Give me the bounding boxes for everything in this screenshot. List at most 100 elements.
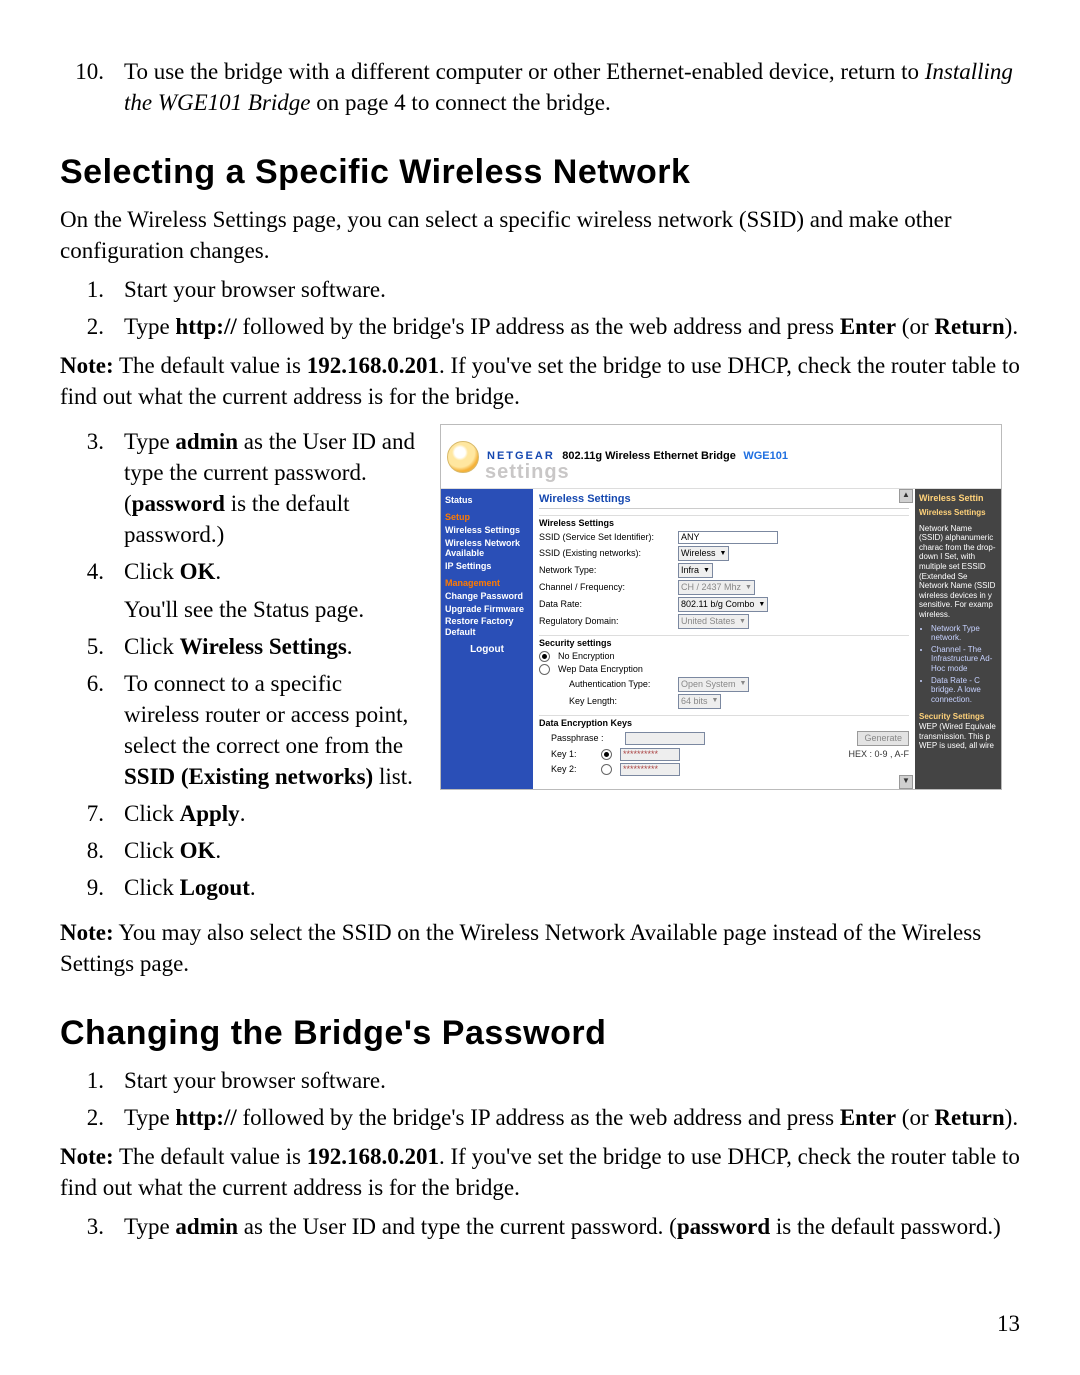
sec2-s2ret: Return	[934, 1105, 1004, 1130]
sec2-s2end: ).	[1005, 1105, 1018, 1130]
sec1-note1: Note: The default value is 192.168.0.201…	[60, 350, 1020, 412]
sec1-step4: Click OK. You'll see the Status page.	[60, 556, 420, 624]
help-li1: Network Type network.	[931, 624, 997, 643]
datarate-value: 802.11 b/g Combo	[681, 599, 754, 610]
nettype-label: Network Type:	[539, 565, 674, 576]
sec1-steps-1-2: Start your browser software. Type http:/…	[60, 274, 1020, 342]
ssid-existing-label: SSID (Existing networks):	[539, 548, 674, 559]
sec1-step3: Type admin as the User ID and type the c…	[60, 426, 420, 550]
sec1-step2-or: (or	[896, 314, 934, 339]
sidebar-item-status[interactable]: Status	[445, 495, 529, 506]
help-sub: Wireless Settings	[919, 508, 997, 518]
sec1-step2: Type http:// followed by the bridge's IP…	[60, 311, 1020, 342]
sidebar-heading-setup: Setup	[445, 512, 529, 523]
sec2-note-ip: 192.168.0.201	[307, 1144, 439, 1169]
sec2-s2pre: Type	[124, 1105, 175, 1130]
radio-key1[interactable]	[601, 749, 612, 760]
sec2-s3a: Type	[124, 1214, 175, 1239]
sidebar-item-change-password[interactable]: Change Password	[445, 591, 529, 602]
router-header: NETGEAR 802.11g Wireless Ethernet Bridge…	[441, 425, 1001, 489]
keylength-label: Key Length:	[569, 696, 674, 707]
ssid-existing-select[interactable]: Wireless ▼	[678, 546, 729, 561]
s3admin: admin	[175, 429, 238, 454]
s5a: Click	[124, 634, 180, 659]
sec1-note2: Note: You may also select the SSID on th…	[60, 917, 1020, 979]
help-sec-security: Security Settings	[919, 712, 997, 722]
sec1-note1-ip: 192.168.0.201	[307, 353, 439, 378]
radio-no-encryption[interactable]	[539, 651, 550, 662]
nettype-select[interactable]: Infra▼	[678, 563, 713, 578]
help-list: Network Type network. Channel - The Infr…	[931, 624, 997, 705]
help-p2: WEP (Wired Equivale transmission. This p…	[919, 722, 997, 751]
generate-button[interactable]: Generate	[857, 731, 909, 746]
page-number: 13	[997, 1308, 1020, 1339]
s4ok: OK	[180, 559, 216, 584]
sec1-step9: Click Logout.	[60, 872, 420, 903]
sidebar-item-ip-settings[interactable]: IP Settings	[445, 561, 529, 572]
section-wireless-settings: Wireless Settings	[539, 515, 909, 529]
s6ssid: SSID (Existing networks)	[124, 764, 373, 789]
sec1-step6: To connect to a specific wireless router…	[60, 668, 420, 792]
radio-key2[interactable]	[601, 764, 612, 775]
chevron-down-icon: ▼	[740, 680, 747, 688]
sidebar-logout[interactable]: Logout	[445, 644, 529, 656]
channel-label: Channel / Frequency:	[539, 582, 674, 593]
heading-selecting-wireless: Selecting a Specific Wireless Network	[60, 150, 1020, 196]
s8b: .	[215, 838, 221, 863]
step10-post: on page 4 to connect the bridge.	[316, 90, 610, 115]
help-li2: Channel - The Infrastructure Ad-Hoc mode	[931, 645, 997, 674]
channel-value: CH / 2437 Mhz	[681, 582, 741, 593]
sec1-steps-3-9: Type admin as the User ID and type the c…	[60, 426, 420, 903]
sec1-note2-body: You may also select the SSID on the Wire…	[60, 920, 981, 976]
sec2-note: Note: The default value is 192.168.0.201…	[60, 1141, 1020, 1203]
netgear-logo-icon	[447, 441, 479, 473]
s5ws: Wireless Settings	[180, 634, 347, 659]
datarate-select[interactable]: 802.11 b/g Combo▼	[678, 597, 768, 612]
keylength-select: 64 bits▼	[678, 694, 721, 709]
sec2-step3: Type admin as the User ID and type the c…	[60, 1211, 1020, 1242]
sidebar-item-wireless-available[interactable]: Wireless Network Available	[445, 538, 529, 560]
datarate-label: Data Rate:	[539, 599, 674, 610]
sec1-step7: Click Apply.	[60, 798, 420, 829]
sec2-s2or: (or	[896, 1105, 934, 1130]
router-ui-screenshot: NETGEAR 802.11g Wireless Ethernet Bridge…	[440, 424, 1002, 790]
step10-pre: To use the bridge with a different compu…	[124, 59, 925, 84]
sec1-note1-a: The default value is	[114, 353, 307, 378]
ssid-input[interactable]: ANY	[678, 531, 778, 544]
scroll-up-icon[interactable]: ▲	[899, 489, 913, 503]
router-sidebar: Status Setup Wireless Settings Wireless …	[441, 489, 533, 789]
sec1-note1-pre: Note:	[60, 353, 114, 378]
passphrase-label: Passphrase :	[551, 733, 621, 744]
channel-select: CH / 2437 Mhz▼	[678, 580, 755, 595]
sec2-s2http: http://	[175, 1105, 236, 1130]
s7apply: Apply	[180, 801, 240, 826]
ssid-label: SSID (Service Set Identifier):	[539, 532, 674, 543]
authtype-label: Authentication Type:	[569, 679, 674, 690]
s8a: Click	[124, 838, 180, 863]
s3pw: password	[132, 491, 225, 516]
regdomain-select: United States▼	[678, 614, 749, 629]
router-settings-word: settings	[485, 460, 570, 484]
scroll-down-icon[interactable]: ▼	[899, 775, 913, 789]
regdomain-value: United States	[681, 616, 735, 627]
sidebar-item-upgrade-firmware[interactable]: Upgrade Firmware	[445, 604, 529, 615]
ssid-existing-value: Wireless	[681, 548, 716, 559]
router-title: 802.11g Wireless Ethernet Bridge	[562, 450, 736, 462]
sidebar-item-wireless-settings[interactable]: Wireless Settings	[445, 525, 529, 536]
sec2-steps-1-2: Start your browser software. Type http:/…	[60, 1065, 1020, 1133]
sec2-step1: Start your browser software.	[60, 1065, 1020, 1096]
chevron-down-icon: ▼	[720, 550, 727, 558]
passphrase-input	[625, 732, 705, 745]
s9a: Click	[124, 875, 180, 900]
sec1-step2-pre: Type	[124, 314, 175, 339]
s4a: Click	[124, 559, 180, 584]
chevron-down-icon: ▼	[703, 567, 710, 575]
sidebar-item-restore-default[interactable]: Restore Factory Default	[445, 616, 529, 638]
sec2-s2enter: Enter	[840, 1105, 896, 1130]
no-encryption-label: No Encryption	[558, 651, 615, 662]
s4after: You'll see the Status page.	[124, 594, 420, 625]
sec1-step5: Click Wireless Settings.	[60, 631, 420, 662]
key2-input: **********	[620, 763, 680, 776]
radio-wep[interactable]	[539, 664, 550, 675]
s8ok: OK	[180, 838, 216, 863]
